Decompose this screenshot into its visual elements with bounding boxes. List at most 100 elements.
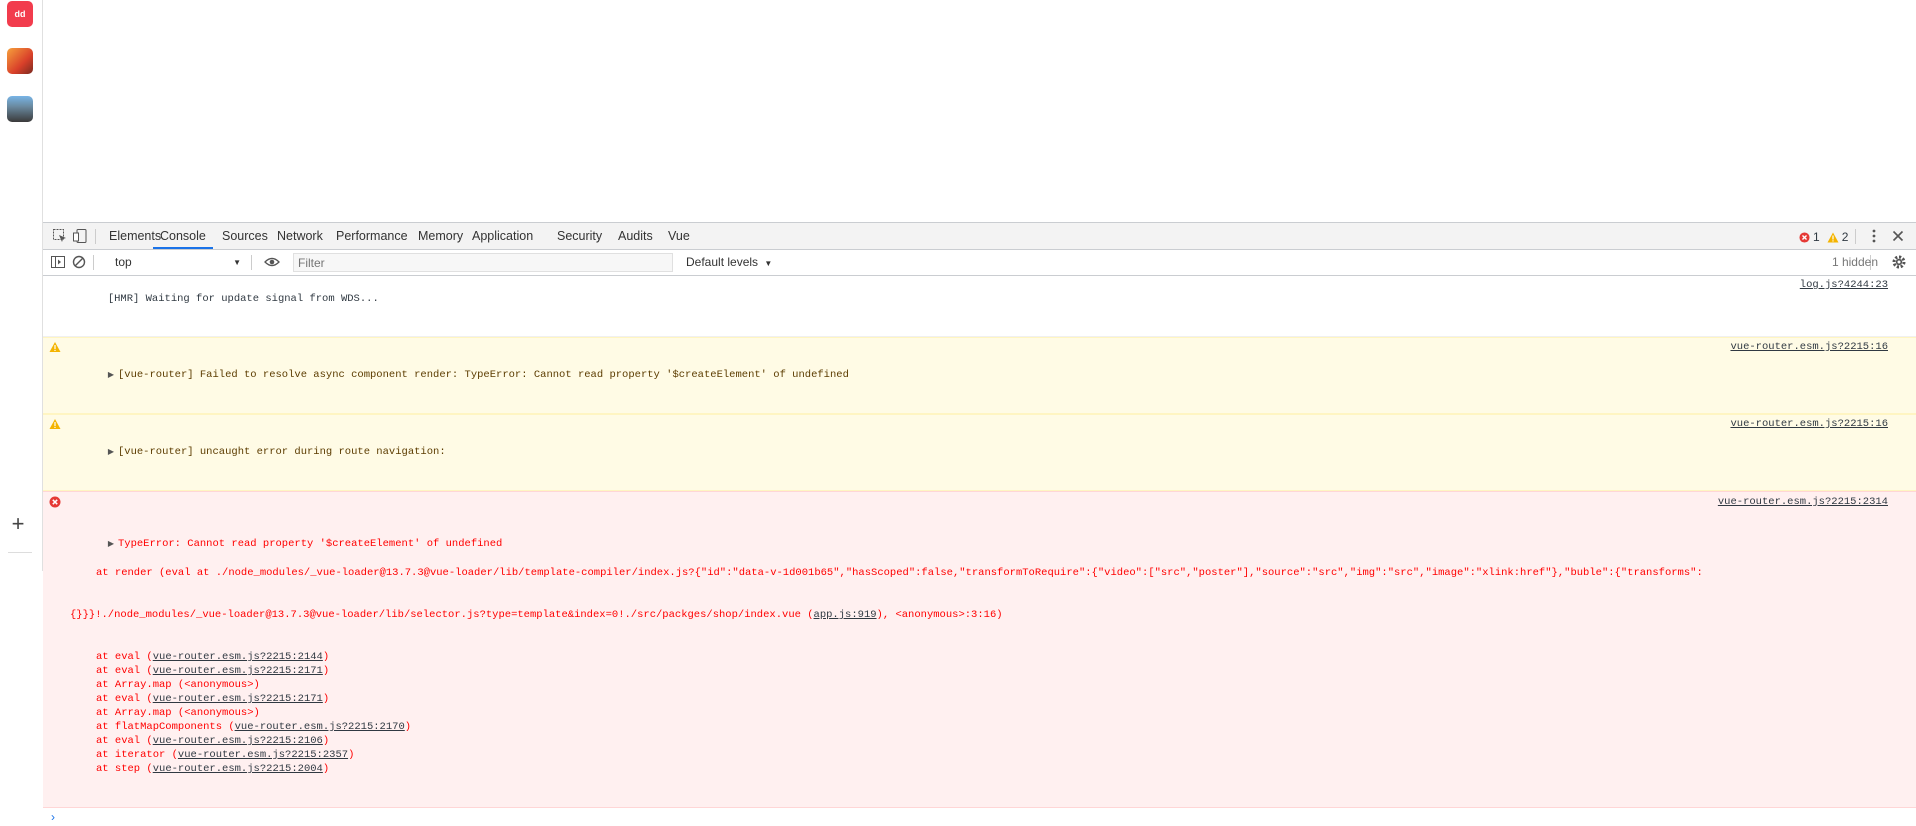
stack-frame-text: at eval ( [96, 735, 153, 747]
app-icon-1-label: dd [14, 9, 26, 19]
log-text: [HMR] Waiting for update signal from WDS… [107, 293, 379, 305]
devtools-panel: Elements Console Sources Network Perform… [43, 222, 1916, 824]
stack-frame-text: at flatMapComponents ( [96, 721, 235, 733]
stack-frame-text: ) [404, 721, 412, 733]
log-source-link[interactable]: log.js?4244:23 [1800, 278, 1888, 292]
stack-frame: at step (vue-router.esm.js?2215:2004) [70, 762, 1888, 776]
hidden-messages-count: 1 hidden [1831, 255, 1878, 269]
devtools-tab-bar: Elements Console Sources Network Perform… [43, 223, 1916, 250]
stack-frame: at iterator (vue-router.esm.js?2215:2357… [70, 748, 1888, 762]
warning-text: [vue-router] uncaught error during route… [117, 446, 446, 458]
toolbar-separator [93, 255, 94, 270]
stack-frame-text: at eval ( [96, 693, 153, 705]
tab-console[interactable]: Console [153, 223, 213, 249]
stack-frame-text: {}}}!./node_modules/_vue-loader@13.7.3@v… [70, 609, 814, 621]
app-icon-3[interactable] [7, 96, 33, 122]
expand-triangle-icon[interactable]: ▶ [108, 446, 114, 460]
clear-console-icon[interactable] [71, 254, 87, 270]
stack-frame-text: ) [322, 665, 330, 677]
warning-icon [1827, 232, 1839, 242]
stack-frame-link[interactable]: vue-router.esm.js?2215:2144 [153, 651, 323, 663]
error-icon [49, 496, 61, 508]
log-levels-label: Default levels [686, 255, 759, 269]
tab-memory[interactable]: Memory [411, 223, 470, 249]
expand-triangle-icon[interactable]: ▶ [108, 369, 114, 383]
stack-frame: at eval (vue-router.esm.js?2215:2144) [70, 650, 1888, 664]
settings-gear-icon[interactable] [1891, 254, 1907, 270]
stack-frame-link[interactable]: vue-router.esm.js?2215:2171 [153, 665, 323, 677]
toolbar-separator [95, 229, 96, 244]
stack-frame-text: ) [322, 735, 330, 747]
console-toolbar: top ▼ Default levels ▼ 1 hidden [43, 250, 1916, 276]
console-log-message: [HMR] Waiting for update signal from WDS… [43, 276, 1916, 337]
stack-trace: at eval (vue-router.esm.js?2215:2144) at … [70, 650, 1888, 776]
console-messages: [HMR] Waiting for update signal from WDS… [43, 276, 1916, 826]
stack-frame-link[interactable]: app.js:919 [814, 609, 877, 621]
stack-frame-link[interactable]: vue-router.esm.js?2215:2171 [153, 693, 323, 705]
context-value: top [115, 255, 132, 269]
app-icon-2[interactable] [7, 48, 33, 74]
stack-frame-text: ) [322, 763, 330, 775]
toolbar-separator [1855, 229, 1856, 244]
stack-frame-render-cont: {}}}!./node_modules/_vue-loader@13.7.3@v… [70, 608, 1888, 622]
stack-frame-text: ) [322, 651, 330, 663]
stack-frame: at eval (vue-router.esm.js?2215:2171) [70, 692, 1888, 706]
more-options-icon[interactable] [1866, 228, 1882, 244]
error-count: 1 [1813, 230, 1820, 244]
log-levels-dropdown[interactable]: Default levels ▼ [686, 253, 772, 272]
live-expression-eye-icon[interactable] [264, 254, 280, 270]
stack-frame: at eval (vue-router.esm.js?2215:2106) [70, 734, 1888, 748]
stack-frame-text: at eval ( [96, 651, 153, 663]
show-sidebar-icon[interactable] [50, 254, 66, 270]
context-select[interactable]: top ▼ [111, 253, 243, 272]
filter-input[interactable] [293, 253, 673, 272]
console-prompt[interactable]: › [43, 808, 1916, 826]
stack-frame: at flatMapComponents (vue-router.esm.js?… [70, 720, 1888, 734]
stack-frame: at Array.map (<anonymous>) [70, 678, 1888, 692]
stack-frame-text: ) [322, 693, 330, 705]
stack-frame-text: ), <anonymous>:3:16) [876, 609, 1003, 621]
warning-source-link[interactable]: vue-router.esm.js?2215:16 [1730, 417, 1888, 431]
prompt-chevron-icon: › [51, 810, 55, 824]
warning-text: [vue-router] Failed to resolve async com… [117, 369, 849, 381]
tab-application[interactable]: Application [465, 223, 540, 249]
app-icon-1[interactable]: dd [7, 1, 33, 27]
app-sidebar: dd + [0, 0, 43, 571]
stack-frame-text: at Array.map (<anonymous>) [96, 679, 260, 691]
toolbar-separator [251, 255, 252, 270]
stack-frame: at Array.map (<anonymous>) [70, 706, 1888, 720]
tab-audits[interactable]: Audits [611, 223, 660, 249]
close-icon[interactable] [1890, 228, 1906, 244]
tab-sources[interactable]: Sources [215, 223, 275, 249]
stack-frame-text: at step ( [96, 763, 153, 775]
error-text: TypeError: Cannot read property '$create… [117, 538, 503, 550]
stack-frame-link[interactable]: vue-router.esm.js?2215:2106 [153, 735, 323, 747]
tab-network[interactable]: Network [270, 223, 330, 249]
warning-count: 2 [1841, 230, 1849, 244]
chevron-down-icon: ▼ [764, 259, 773, 268]
stack-frame-link[interactable]: vue-router.esm.js?2215:2004 [153, 763, 323, 775]
inspect-element-icon[interactable] [52, 228, 68, 244]
warning-icon [49, 342, 61, 352]
warning-icon [49, 419, 61, 429]
sidebar-divider [8, 552, 32, 553]
console-warning-message: ▶ [vue-router] uncaught error during rout… [43, 414, 1916, 491]
stack-frame-link[interactable]: vue-router.esm.js?2215:2357 [178, 749, 348, 761]
console-error-message: vue-router.esm.js?2215:2314 ▶ TypeError: … [43, 491, 1916, 808]
console-warning-message: ▶ [vue-router] Failed to resolve async co… [43, 337, 1916, 414]
expand-triangle-icon[interactable]: ▶ [108, 538, 114, 552]
stack-frame-render: at render (eval at ./node_modules/_vue-l… [70, 566, 1888, 580]
error-source-link[interactable]: vue-router.esm.js?2215:2314 [1718, 495, 1888, 509]
device-toolbar-icon[interactable] [72, 228, 88, 244]
tab-vue[interactable]: Vue [661, 223, 697, 249]
tab-security[interactable]: Security [550, 223, 609, 249]
issue-counts[interactable]: 1 2 [1799, 229, 1848, 245]
error-icon [1799, 231, 1810, 243]
add-app-button[interactable]: + [8, 513, 28, 535]
stack-frame-text: at eval ( [96, 665, 153, 677]
tab-performance[interactable]: Performance [329, 223, 415, 249]
warning-source-link[interactable]: vue-router.esm.js?2215:16 [1730, 340, 1888, 354]
stack-frame-text: at render (eval at ./node_modules/_vue-l… [96, 567, 1703, 579]
stack-frame-link[interactable]: vue-router.esm.js?2215:2170 [235, 721, 405, 733]
stack-frame-text: ) [348, 749, 355, 761]
